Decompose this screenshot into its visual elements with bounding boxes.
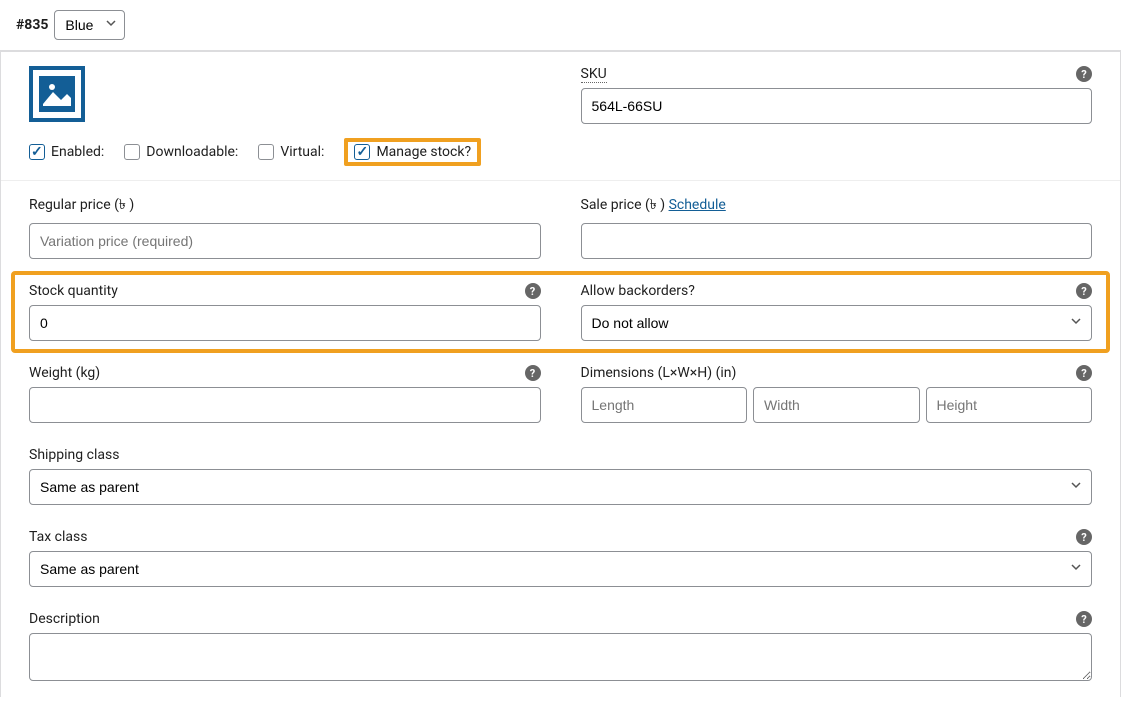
dimensions-label: Dimensions (L×W×H) (in) [581, 365, 1093, 381]
regular-price-label: Regular price (৳ ) [29, 193, 541, 217]
length-input[interactable] [581, 387, 748, 423]
tax-class-select[interactable]: Same as parent [29, 551, 1092, 587]
attribute-select[interactable]: Blue [54, 10, 125, 40]
regular-price-input[interactable] [29, 223, 541, 259]
downloadable-checkbox-item[interactable]: Downloadable: [124, 144, 238, 160]
shipping-class-label: Shipping class [29, 447, 1092, 463]
description-textarea[interactable] [29, 633, 1092, 681]
sku-input[interactable] [581, 88, 1093, 124]
description-label: Description [29, 611, 1092, 627]
enabled-checkbox[interactable] [29, 144, 45, 160]
enabled-checkbox-item[interactable]: Enabled: [29, 144, 104, 160]
variation-header: #835 Blue [0, 0, 1121, 51]
checkbox-row: Enabled: Downloadable: Virtual: Manage s… [29, 138, 541, 166]
virtual-checkbox[interactable] [258, 144, 274, 160]
variation-image-placeholder[interactable] [29, 66, 85, 122]
height-input[interactable] [926, 387, 1093, 423]
weight-label: Weight (kg) [29, 365, 541, 381]
sku-label: SKU [581, 66, 1093, 82]
manage-stock-highlight: Manage stock? [344, 138, 481, 166]
variation-id: #835 [16, 17, 48, 33]
manage-stock-checkbox-item[interactable]: Manage stock? [354, 144, 471, 160]
width-input[interactable] [753, 387, 920, 423]
downloadable-label: Downloadable: [146, 144, 238, 160]
help-icon[interactable]: ? [1076, 365, 1092, 381]
virtual-checkbox-item[interactable]: Virtual: [258, 144, 324, 160]
help-icon[interactable]: ? [525, 365, 541, 381]
allow-backorders-label: Allow backorders? [581, 283, 1093, 299]
help-icon[interactable]: ? [1076, 611, 1092, 627]
image-icon [39, 76, 75, 112]
downloadable-checkbox[interactable] [124, 144, 140, 160]
weight-input[interactable] [29, 387, 541, 423]
enabled-label: Enabled: [51, 144, 104, 160]
stock-section-highlight: Stock quantity ? Allow backorders? ? Do … [11, 271, 1110, 353]
schedule-link[interactable]: Schedule [669, 197, 726, 213]
help-icon[interactable]: ? [1076, 283, 1092, 299]
sale-price-label: Sale price (৳ ) Schedule [581, 193, 1093, 217]
help-icon[interactable]: ? [525, 283, 541, 299]
tax-class-label: Tax class [29, 529, 1092, 545]
shipping-class-select[interactable]: Same as parent [29, 469, 1092, 505]
allow-backorders-select[interactable]: Do not allow [581, 305, 1093, 341]
sale-price-input[interactable] [581, 223, 1093, 259]
manage-stock-label: Manage stock? [376, 144, 471, 160]
manage-stock-checkbox[interactable] [354, 144, 370, 160]
stock-quantity-label: Stock quantity [29, 283, 541, 299]
help-icon[interactable]: ? [1076, 529, 1092, 545]
virtual-label: Virtual: [280, 144, 324, 160]
stock-quantity-input[interactable] [29, 305, 541, 341]
help-icon[interactable]: ? [1076, 66, 1092, 82]
